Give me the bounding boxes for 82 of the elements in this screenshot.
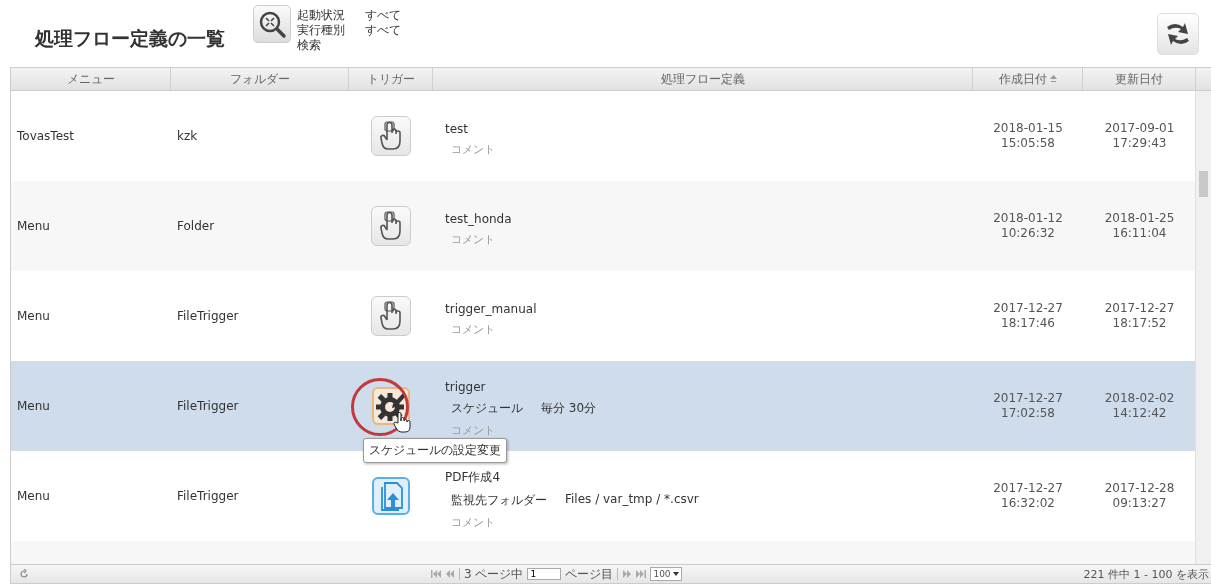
date-text: 15:05:58	[1001, 136, 1055, 151]
refresh-button[interactable]	[1157, 12, 1199, 55]
date-text: 14:12:42	[1112, 406, 1167, 421]
column-header[interactable]: 処理フロー定義	[433, 68, 973, 90]
last-page-icon[interactable]	[636, 570, 647, 578]
page-size-select[interactable]: 100	[650, 567, 682, 581]
search-link[interactable]: 検索	[297, 38, 345, 53]
column-header[interactable]: メニュー	[11, 68, 171, 90]
date-text: 2017-12-27	[993, 391, 1063, 406]
first-page-icon[interactable]	[430, 570, 441, 578]
flow-name[interactable]: test_honda	[445, 211, 512, 226]
hand-icon	[378, 301, 404, 331]
flow-name[interactable]: PDF作成4	[445, 468, 500, 486]
reload-icon[interactable]	[19, 569, 29, 579]
comment-text: コメント	[450, 231, 495, 247]
detail-value: Files / var_tmp / *.csvr	[565, 491, 699, 508]
hand-icon	[378, 121, 404, 151]
filter-value: すべて	[365, 23, 401, 38]
detail-label: スケジュール	[451, 400, 523, 417]
page-count-label: 3 ページ中	[463, 565, 524, 583]
date-text: 2018-02-02	[1104, 391, 1175, 406]
table-cell-text: kzk	[176, 128, 199, 145]
tooltip: スケジュールの設定変更	[363, 438, 507, 463]
table-cell-text: Menu	[16, 308, 51, 325]
comment-text: コメント	[450, 141, 495, 157]
flow-name[interactable]: trigger	[445, 380, 486, 394]
date-text: 17:29:43	[1112, 136, 1167, 151]
search-button[interactable]	[253, 4, 291, 43]
trigger-button[interactable]	[371, 116, 411, 156]
page-title: 処理フロー定義の一覧	[35, 25, 226, 51]
comment-text: コメント	[450, 423, 495, 438]
table-cell-text: FileTrigger	[176, 398, 240, 415]
date-text: 18:17:46	[1001, 316, 1055, 331]
next-page-icon[interactable]	[622, 570, 633, 578]
filter-value: すべて	[365, 8, 401, 23]
gear-icon	[375, 390, 407, 422]
table-cell-text: Menu	[16, 488, 51, 505]
filter-label: 起動状況	[297, 8, 345, 23]
page-suffix-label: ページ目	[565, 565, 614, 583]
date-text: 2018-01-12	[993, 211, 1063, 226]
table-cell-text: Menu	[16, 398, 51, 415]
record-summary: 221 件中 1 - 100 を表示	[1083, 566, 1209, 582]
column-header[interactable]: フォルダー	[171, 68, 349, 90]
column-header[interactable]: 更新日付	[1083, 68, 1196, 90]
scroll-thumb[interactable]	[1199, 171, 1208, 197]
trigger-button[interactable]	[371, 296, 411, 336]
comment-text: コメント	[450, 321, 495, 337]
hand-cursor-icon	[393, 411, 411, 433]
hand-icon	[378, 211, 404, 241]
date-text: 2017-09-01	[1104, 121, 1175, 136]
date-text: 2017-12-27	[993, 301, 1063, 316]
date-text: 17:02:58	[1001, 406, 1055, 421]
table-cell-text: TovasTest	[16, 128, 75, 145]
filter-label: 実行種別	[297, 23, 345, 38]
column-header[interactable]: 作成日付	[973, 68, 1083, 90]
table-cell-text: Menu	[16, 218, 51, 235]
flow-name[interactable]: trigger_manual	[445, 301, 537, 316]
page-input[interactable]: 1	[527, 568, 562, 580]
previous-page-icon[interactable]	[444, 570, 455, 578]
table-row[interactable]: TovasTest kzk test コメント 2018-01-15 15:05:58 2017-09-01 17:29:43	[11, 91, 1195, 181]
date-text: 16:11:04	[1112, 226, 1167, 241]
caret-icon	[672, 572, 679, 576]
date-text: 2017-12-28	[1104, 481, 1175, 496]
detail-value: 毎分 30分	[541, 400, 597, 417]
date-text: 18:17:52	[1112, 316, 1167, 331]
scrollbar[interactable]	[1195, 91, 1211, 564]
column-header[interactable]: トリガー	[349, 68, 433, 90]
detail-label: 監視先フォルダー	[451, 491, 547, 509]
flow-name[interactable]: test	[445, 121, 469, 136]
date-text: 2017-12-27	[1104, 301, 1175, 316]
date-text: 09:13:27	[1112, 496, 1167, 511]
table-cell-text: FileTrigger	[176, 488, 240, 505]
date-text: 10:26:32	[1001, 226, 1055, 241]
table-cell-text: Folder	[176, 218, 216, 235]
comment-text: コメント	[450, 514, 495, 530]
date-text: 16:32:02	[1001, 496, 1055, 511]
date-text: 2018-01-15	[993, 121, 1063, 136]
date-text: 2018-01-25	[1104, 211, 1175, 226]
trigger-button[interactable]	[371, 206, 411, 246]
date-text: 2017-12-27	[993, 481, 1063, 496]
table-cell-text: FileTrigger	[176, 308, 240, 325]
table-row[interactable]: Menu FileTrigger trigger_manual コメント 2017-12-27 18:17:46 2017-12-27 18:17:52	[11, 271, 1195, 361]
